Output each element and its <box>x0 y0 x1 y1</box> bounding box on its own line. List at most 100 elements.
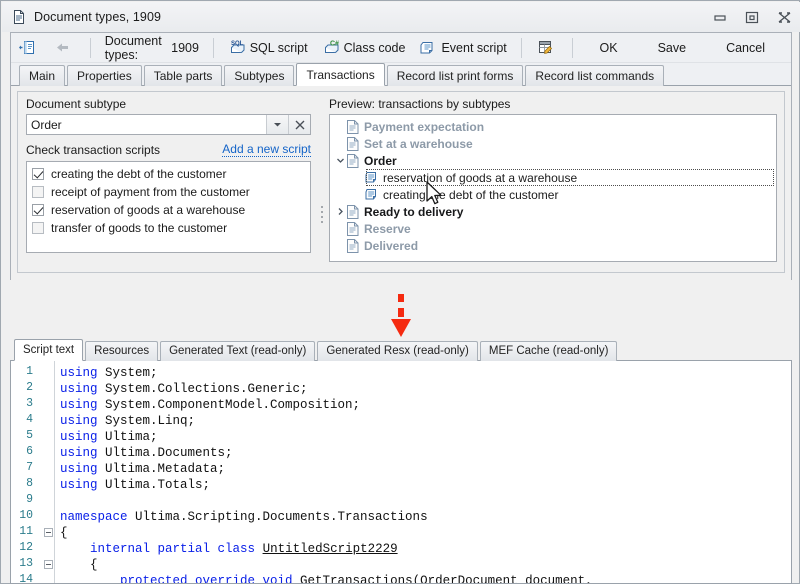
tree-expander-placeholder <box>334 120 347 133</box>
code-fold-toggle[interactable] <box>44 528 53 537</box>
close-icon[interactable] <box>768 3 800 31</box>
scripts-listbox[interactable]: creating the debt of the customer receipt… <box>26 161 311 253</box>
toolbar-separator-3 <box>520 37 522 58</box>
chevron-right-icon[interactable] <box>334 205 347 218</box>
preview-tree[interactable]: Payment expectation Set at a warehouse Ord… <box>329 114 777 262</box>
line-number: 5 <box>26 429 33 442</box>
open-record-glyph <box>18 39 36 56</box>
checkbox-unchecked-icon[interactable] <box>32 222 44 234</box>
tree-node[interactable]: Reserve <box>330 220 776 237</box>
editor-tab-script-text[interactable]: Script text <box>14 339 84 361</box>
list-item-label: reservation of goods at a warehouse <box>51 203 246 217</box>
checkbox-unchecked-icon[interactable] <box>32 186 44 198</box>
ok-button[interactable]: OK <box>584 37 634 59</box>
document-icon <box>347 119 359 134</box>
toolbar-separator-2 <box>212 37 214 58</box>
code-token: using <box>60 430 98 444</box>
subtype-combo[interactable]: Order <box>26 114 311 135</box>
sql-script-button[interactable]: SQL SQL script <box>222 35 314 60</box>
line-number: 9 <box>26 493 33 506</box>
tab-record-list-commands[interactable]: Record list commands <box>525 65 665 86</box>
line-number: 7 <box>26 461 33 474</box>
tree-node[interactable]: Payment expectation <box>330 118 776 135</box>
script-icon <box>365 171 378 184</box>
class-code-button[interactable]: C# Class code <box>316 35 412 60</box>
editor-tab-generated-resx-read-only-[interactable]: Generated Resx (read-only) <box>317 341 478 361</box>
window-controls <box>704 2 800 32</box>
doc-ref-label: Document types: <box>104 33 162 62</box>
document-icon <box>347 204 359 219</box>
code-token: internal partial class <box>90 542 256 556</box>
tree-node-label: Payment expectation <box>364 119 485 134</box>
toolbar-separator-1 <box>90 37 91 58</box>
tree-node-label: Reserve <box>364 221 411 236</box>
clear-x-icon[interactable] <box>288 115 310 134</box>
code-line: using Ultima.Documents; <box>60 445 233 461</box>
application-window: Document types, 1909 Document types: 190… <box>0 0 800 584</box>
checkbox-checked-icon[interactable] <box>32 204 44 216</box>
document-icon <box>347 238 359 253</box>
tab-subtypes[interactable]: Subtypes <box>224 65 295 86</box>
event-script-button[interactable]: Event script <box>413 35 512 60</box>
window-frame: Document types, 1909 Document types: 190… <box>0 0 800 584</box>
tab-transactions[interactable]: Transactions <box>296 63 385 86</box>
restore-icon[interactable] <box>736 3 768 31</box>
tab-record-list-print-forms[interactable]: Record list print forms <box>386 65 524 86</box>
list-item[interactable]: transfer of goods to the customer <box>27 219 310 237</box>
tree-expander-placeholder <box>334 222 347 235</box>
line-number: 1 <box>26 365 33 378</box>
code-line: using Ultima; <box>60 429 158 445</box>
tab-main[interactable]: Main <box>19 65 66 86</box>
list-item[interactable]: creating the debt of the customer <box>27 165 310 183</box>
edit-table-icon[interactable] <box>530 35 564 60</box>
tree-expander-placeholder <box>352 171 365 184</box>
chevron-down-icon[interactable] <box>334 154 347 167</box>
code-token: System.Collections.Generic; <box>97 382 308 396</box>
code-fold-toggle[interactable] <box>44 560 53 569</box>
chevron-down-icon[interactable] <box>266 115 288 134</box>
back-arrow-icon[interactable] <box>48 35 82 60</box>
tree-node-label: Ready to delivery <box>364 204 464 219</box>
code-line: using Ultima.Totals; <box>60 477 210 493</box>
editor-tab-mef-cache-read-only-[interactable]: MEF Cache (read-only) <box>479 341 618 361</box>
tree-node[interactable]: creating the debt of the customer <box>330 186 776 203</box>
doc-ref-value[interactable]: 1909 <box>171 41 199 55</box>
panel-splitter-grip[interactable] <box>318 200 326 228</box>
line-number: 10 <box>19 509 33 522</box>
code-area[interactable]: 12345678910111213141516 using System;usi… <box>10 361 792 584</box>
checkbox-checked-icon[interactable] <box>32 168 44 180</box>
transactions-panel: Document subtype Order Check transaction… <box>11 86 791 280</box>
code-token: using <box>60 446 98 460</box>
code-token: { <box>60 558 98 572</box>
list-item[interactable]: receipt of payment from the customer <box>27 183 310 201</box>
tree-node[interactable]: Delivered <box>330 237 776 254</box>
code-token: { <box>60 526 68 540</box>
svg-text:SQL: SQL <box>231 41 244 47</box>
script-editor: Script text Resources Generated Text (read… <box>10 339 792 584</box>
save-button[interactable]: Save <box>642 37 703 59</box>
document-reference: Document types: 1909 <box>99 33 205 62</box>
minimize-icon[interactable] <box>704 3 736 31</box>
gutter-divider <box>54 361 55 583</box>
open-record-icon[interactable] <box>12 35 46 60</box>
tree-node[interactable]: Set at a warehouse <box>330 135 776 152</box>
event-script-label: Event script <box>441 40 507 55</box>
scripts-section: Check transaction scripts Add a new scri… <box>26 142 311 253</box>
tab-properties[interactable]: Properties <box>67 65 142 86</box>
tree-node[interactable]: Ready to delivery <box>330 203 776 220</box>
toolbar-actions: OK Save Cancel <box>565 37 791 59</box>
editor-tab-generated-text-read-only-[interactable]: Generated Text (read-only) <box>160 341 316 361</box>
tree-node-label: creating the debt of the customer <box>383 187 559 202</box>
tree-node-label: Delivered <box>364 238 419 253</box>
code-token: System.Linq; <box>97 414 196 428</box>
list-item[interactable]: reservation of goods at a warehouse <box>27 201 310 219</box>
line-number: 4 <box>26 413 33 426</box>
editor-tab-resources[interactable]: Resources <box>85 341 159 361</box>
tree-node[interactable]: Order <box>330 152 776 169</box>
add-new-script-link[interactable]: Add a new script <box>222 142 311 157</box>
tree-node[interactable]: reservation of goods at a warehouse <box>330 169 776 186</box>
tab-table-parts[interactable]: Table parts <box>143 65 223 86</box>
cancel-button[interactable]: Cancel <box>710 37 781 59</box>
